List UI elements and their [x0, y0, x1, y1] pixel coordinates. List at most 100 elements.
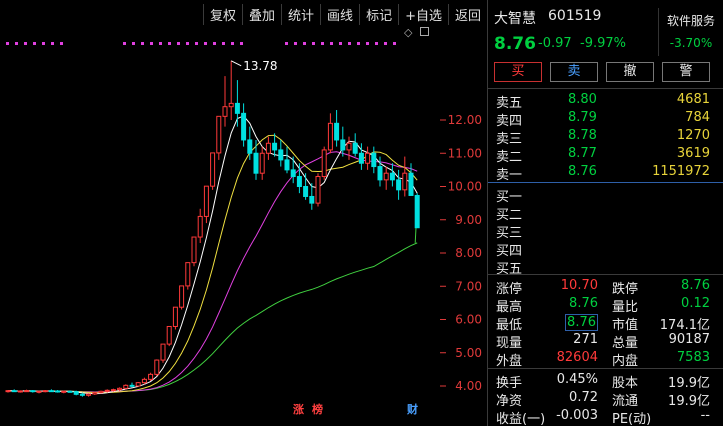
indicator-dot — [222, 42, 225, 45]
candle-body — [365, 152, 371, 164]
candle-body — [203, 185, 209, 217]
candle-body — [5, 390, 11, 393]
current-volume-value: 271 — [573, 332, 598, 347]
limit-up-flag[interactable]: 涨 — [292, 401, 305, 417]
add-watchlist-button[interactable]: +自选 — [398, 4, 448, 25]
ask-row[interactable]: 卖五 8.80 4681 — [488, 90, 723, 111]
statistics-button[interactable]: 统计 — [281, 4, 320, 25]
candle-body — [272, 142, 278, 151]
candle-body — [17, 390, 23, 393]
candle-body — [278, 149, 284, 161]
candle-body — [73, 391, 79, 395]
ask-volume: 1270 — [676, 128, 710, 143]
stock-code: 601519 — [548, 8, 602, 24]
sell-button[interactable]: 卖 — [550, 62, 598, 82]
sector-change-pct: -3.70% — [669, 36, 713, 50]
fuquan-button[interactable]: 复权 — [203, 4, 242, 25]
candle-body — [172, 306, 178, 327]
ranking-flag[interactable]: 榜 — [311, 401, 324, 417]
candle-body — [389, 172, 395, 181]
ask-row[interactable]: 卖四 8.79 784 — [488, 108, 723, 129]
indicator-dot — [6, 42, 9, 45]
candle-body — [104, 389, 110, 392]
candle-body — [340, 139, 346, 151]
candle-body — [160, 343, 166, 361]
stat-row: 净资 0.72 流通 19.9亿 — [488, 388, 723, 409]
ask-price: 8.78 — [568, 128, 597, 143]
candle-body — [98, 390, 104, 394]
cancel-order-button[interactable]: 撤 — [606, 62, 654, 82]
kline-chart-panel[interactable]: 复权 叠加 统计 画线 标记 +自选 返回 ◇ 12.00 11.00 10.00 9… — [0, 0, 487, 426]
bid-row[interactable]: 买五 — [488, 256, 723, 277]
indicator-dot — [132, 42, 135, 45]
sector-box[interactable]: 软件服务 -3.70% — [658, 8, 722, 56]
sector-name[interactable]: 软件服务 — [659, 12, 723, 29]
back-button[interactable]: 返回 — [447, 4, 487, 25]
candle-body — [234, 102, 240, 114]
candle-body — [30, 390, 36, 393]
volume-ratio-value: 0.12 — [681, 296, 710, 311]
financial-flag[interactable]: 财 — [406, 401, 419, 417]
bid-row[interactable]: 买二 — [488, 202, 723, 223]
ask-label: 卖一 — [496, 168, 523, 183]
candle-body — [383, 172, 389, 181]
mark-button[interactable]: 标记 — [359, 4, 398, 25]
indicator-dot — [321, 42, 324, 45]
divider — [488, 88, 723, 89]
candle-body — [42, 390, 48, 393]
candle-body — [290, 169, 296, 178]
price-axis-tick: 9.00 — [455, 213, 482, 227]
candle-body — [265, 142, 271, 154]
indicator-dot — [312, 42, 315, 45]
price-axis-tick: 12.00 — [448, 113, 482, 127]
chart-toolbar: 复权 叠加 统计 画线 标记 +自选 返回 — [203, 4, 487, 25]
candle-body — [67, 390, 73, 393]
draw-line-button[interactable]: 画线 — [320, 4, 359, 25]
candle-body — [123, 384, 129, 389]
bid-row[interactable]: 买四 — [488, 238, 723, 259]
indicator-dot — [366, 42, 369, 45]
ask-row[interactable]: 卖三 8.78 1270 — [488, 126, 723, 147]
bid-row[interactable]: 买一 — [488, 184, 723, 205]
indicator-dot — [177, 42, 180, 45]
indicator-dot — [285, 42, 288, 45]
indicator-dot — [339, 42, 342, 45]
candle-body — [166, 325, 172, 345]
eps-value: -0.003 — [556, 408, 598, 423]
indicator-dot — [51, 42, 54, 45]
candle-body — [129, 384, 135, 387]
buy-button[interactable]: 买 — [494, 62, 542, 82]
indicator-dot — [330, 42, 333, 45]
indicator-dot — [231, 42, 234, 45]
candle-body — [321, 149, 327, 178]
candle-body — [154, 359, 160, 375]
ask-price: 8.77 — [568, 146, 597, 161]
candlestick-chart[interactable]: 12.00 11.00 10.00 9.00 8.00 7.00 6.00 5.00 4.00 1… — [0, 24, 487, 404]
price-alert-button[interactable]: 警 — [662, 62, 710, 82]
stat-label: PE(动) — [612, 412, 652, 426]
ask-row[interactable]: 卖二 8.77 3619 — [488, 144, 723, 165]
price-change: -0.97 — [538, 36, 572, 51]
turnover-value: 0.45% — [556, 372, 598, 387]
ask-volume: 4681 — [676, 92, 710, 107]
candle-body — [228, 102, 234, 108]
indicator-dot — [33, 42, 36, 45]
bid-row[interactable]: 买三 — [488, 220, 723, 241]
stat-row: 最高 8.76 量比 0.12 — [488, 294, 723, 315]
candle-body — [402, 172, 408, 191]
candle-body — [36, 390, 42, 393]
indicator-dot — [60, 42, 63, 45]
stat-label: 内盘 — [612, 354, 639, 369]
indicator-dot — [384, 42, 387, 45]
ask-volume: 1151972 — [652, 164, 710, 179]
candle-body — [24, 390, 30, 393]
peak-price-label: 13.78 — [243, 59, 277, 73]
candle-body — [303, 186, 309, 197]
stat-label: 外盘 — [496, 354, 523, 369]
price-axis-tick: 6.00 — [455, 313, 482, 327]
candle-body — [92, 392, 98, 395]
ask-row[interactable]: 卖一 8.76 1151972 — [488, 162, 723, 183]
overlay-button[interactable]: 叠加 — [242, 4, 281, 25]
indicator-dot — [186, 42, 189, 45]
candle-body — [191, 236, 197, 264]
